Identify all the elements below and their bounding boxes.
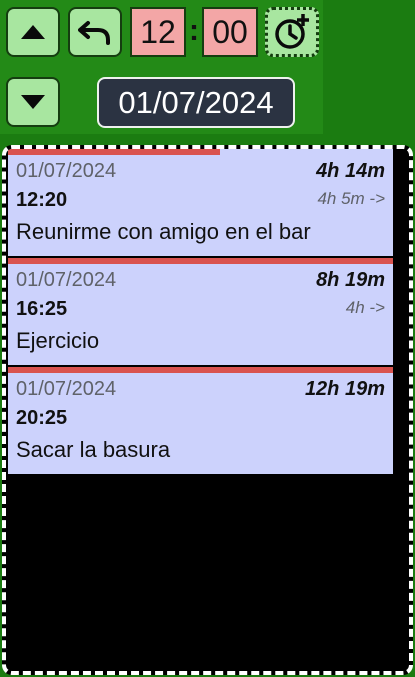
undo-arrow-icon <box>78 21 110 45</box>
add-alarm-button[interactable] <box>265 7 319 57</box>
time-separator: : <box>189 14 199 47</box>
time-down-button[interactable] <box>6 77 60 127</box>
event-time: 16:25 <box>16 298 68 320</box>
app-root: 12 : 00 01/07/2024 01/07/2024 4h 14m 12:… <box>0 0 415 677</box>
event-date: 01/07/2024 <box>16 269 117 291</box>
date-picker[interactable]: 01/07/2024 <box>97 77 295 128</box>
triangle-up-icon <box>21 25 45 39</box>
event-interval: 4h 5m -> <box>317 189 385 208</box>
progress-bar <box>8 367 393 373</box>
event-date: 01/07/2024 <box>16 378 117 400</box>
event-title: Reunirme con amigo en el bar <box>16 219 311 244</box>
event-time: 12:20 <box>16 189 68 211</box>
triangle-down-icon <box>21 95 45 109</box>
event-card[interactable]: 01/07/2024 8h 19m 16:25 4h -> Ejercicio <box>8 258 393 365</box>
event-interval: 4h -> <box>345 298 385 317</box>
minute-field[interactable]: 00 <box>202 7 258 57</box>
time-up-button[interactable] <box>6 7 60 57</box>
event-card[interactable]: 01/07/2024 4h 14m 12:20 4h 5m -> Reunirm… <box>8 149 393 256</box>
event-list[interactable]: 01/07/2024 4h 14m 12:20 4h 5m -> Reunirm… <box>2 145 413 675</box>
event-card[interactable]: 01/07/2024 12h 19m 20:25 Sacar la basura <box>8 367 393 474</box>
progress-bar <box>8 149 220 155</box>
event-date: 01/07/2024 <box>16 160 117 182</box>
event-title: Sacar la basura <box>16 437 171 462</box>
hour-field[interactable]: 12 <box>130 7 186 57</box>
alarm-clock-plus-icon <box>275 14 309 49</box>
event-title: Ejercicio <box>16 328 100 353</box>
event-total-remaining: 4h 14m <box>316 160 385 182</box>
event-total-remaining: 12h 19m <box>304 378 385 400</box>
event-time: 20:25 <box>16 407 68 429</box>
progress-bar <box>8 258 393 264</box>
undo-button[interactable] <box>68 7 122 57</box>
event-total-remaining: 8h 19m <box>316 269 385 291</box>
control-panel: 12 : 00 01/07/2024 <box>0 0 323 134</box>
